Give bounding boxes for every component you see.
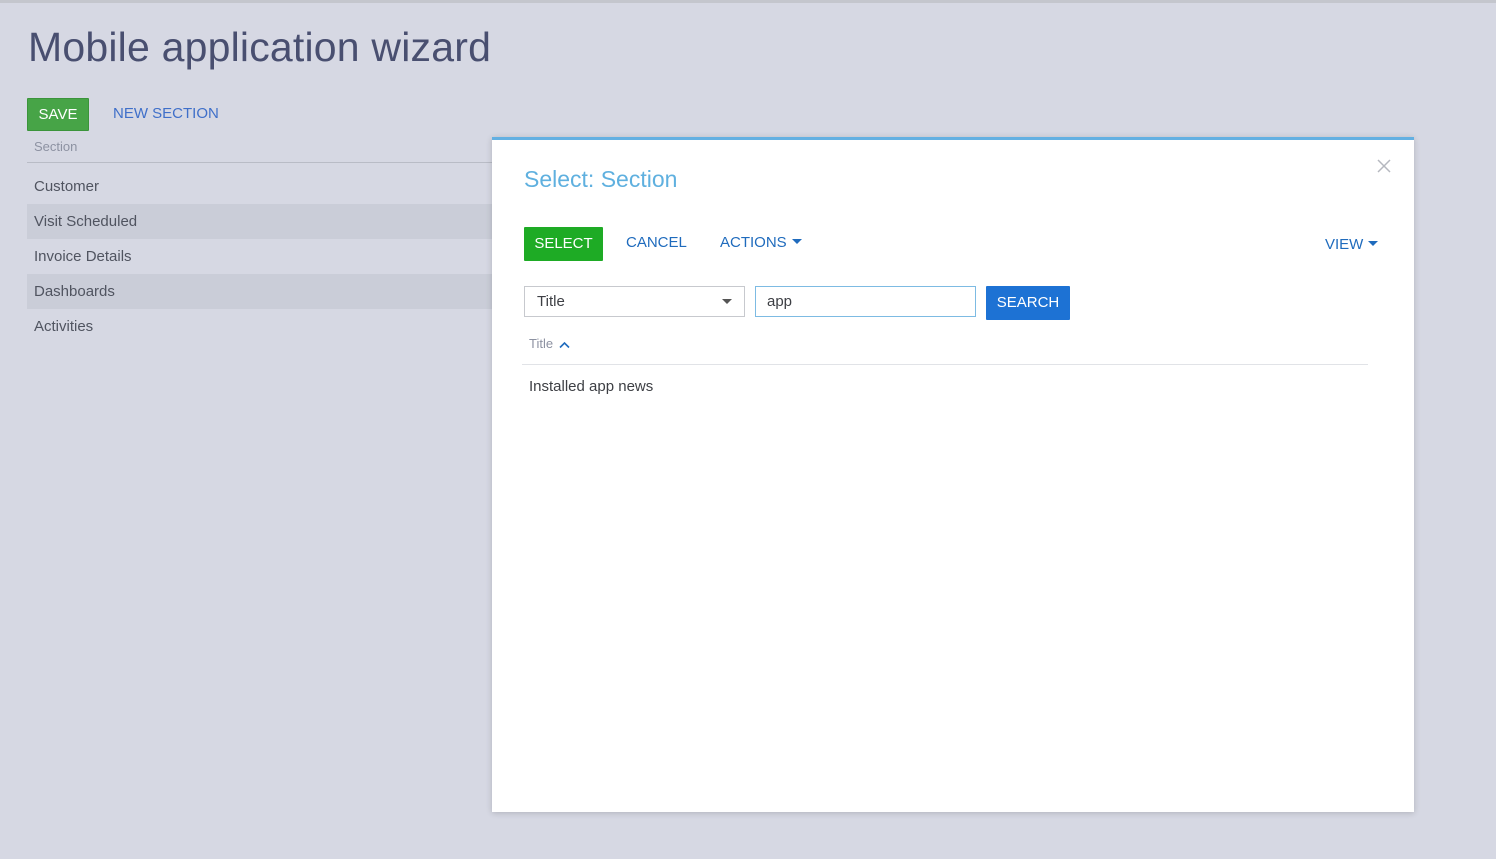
select-button[interactable]: SELECT bbox=[524, 227, 603, 261]
close-icon[interactable] bbox=[1376, 158, 1392, 174]
search-button[interactable]: SEARCH bbox=[986, 286, 1070, 320]
view-label: VIEW bbox=[1325, 236, 1364, 253]
select-section-dialog: Select: Section SELECT CANCEL ACTIONS VI… bbox=[492, 137, 1414, 812]
section-item-visit-scheduled[interactable]: Visit Scheduled bbox=[27, 204, 492, 239]
dialog-title: Select: Section bbox=[524, 166, 678, 192]
section-item-customer[interactable]: Customer bbox=[27, 169, 492, 204]
close-icon-glyph bbox=[1377, 159, 1391, 173]
filter-column-value: Title bbox=[537, 293, 565, 310]
cancel-button[interactable]: CANCEL bbox=[626, 234, 687, 251]
section-column-header[interactable]: Section bbox=[27, 139, 492, 163]
section-item-activities[interactable]: Activities bbox=[27, 309, 492, 344]
title-column-header[interactable]: Title bbox=[522, 336, 1368, 365]
chevron-down-icon bbox=[791, 239, 802, 244]
sort-ascending-icon bbox=[559, 337, 570, 352]
view-menu-button[interactable]: VIEW bbox=[1325, 236, 1379, 253]
filter-column-select[interactable]: Title bbox=[524, 286, 745, 317]
save-button[interactable]: SAVE bbox=[27, 98, 89, 131]
actions-menu-button[interactable]: ACTIONS bbox=[720, 234, 802, 251]
search-input[interactable] bbox=[755, 286, 976, 317]
dropdown-arrow-icon bbox=[722, 299, 732, 304]
page-title: Mobile application wizard bbox=[28, 24, 492, 70]
section-item-dashboards[interactable]: Dashboards bbox=[27, 274, 492, 309]
chevron-down-icon bbox=[1368, 241, 1379, 246]
actions-label: ACTIONS bbox=[720, 234, 787, 251]
section-item-invoice-details[interactable]: Invoice Details bbox=[27, 239, 492, 274]
section-list: Customer Visit Scheduled Invoice Details… bbox=[27, 169, 492, 344]
title-column-label: Title bbox=[529, 336, 554, 351]
table-row[interactable]: Installed app news bbox=[522, 378, 1368, 404]
top-border bbox=[0, 0, 1496, 3]
new-section-button[interactable]: NEW SECTION bbox=[113, 105, 219, 122]
